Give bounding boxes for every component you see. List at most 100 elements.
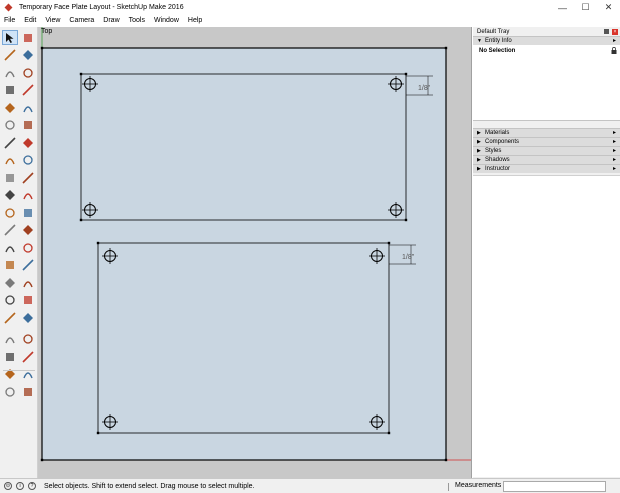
previous-view-icon[interactable]: [20, 293, 36, 308]
status-message: Select objects. Shift to extend select. …: [44, 482, 255, 490]
scale-icon[interactable]: [2, 188, 18, 203]
collapse-triangle-icon: ▼: [477, 38, 482, 44]
entity-info-body: No Selection: [473, 45, 620, 121]
arc-icon[interactable]: [2, 118, 18, 133]
maximize-button[interactable]: ☐: [574, 0, 597, 15]
tray-empty-area: [473, 175, 620, 477]
entity-info-header[interactable]: ▼ Entity Info ▸: [473, 36, 620, 45]
dimension-label-bottom: 1/8": [402, 254, 415, 261]
walk-icon[interactable]: [2, 332, 18, 347]
tape-measure-icon[interactable]: [2, 205, 18, 220]
status-bar: ⊙ i ? Select objects. Shift to extend se…: [0, 478, 620, 493]
zoom-icon[interactable]: [2, 275, 18, 290]
follow-me-icon[interactable]: [20, 170, 36, 185]
panel-instructor[interactable]: ▶ Instructor ▸: [473, 164, 620, 173]
tray-header: Default Tray ×: [473, 27, 620, 36]
expand-triangle-icon: ▶: [477, 157, 481, 163]
rectangle-icon[interactable]: [2, 83, 18, 98]
panel-materials[interactable]: ▶ Materials ▸: [473, 128, 620, 137]
face-plate[interactable]: [41, 47, 447, 461]
menu-camera[interactable]: Camera: [65, 17, 99, 24]
close-tray-icon[interactable]: ×: [612, 28, 618, 35]
measurements-label: Measurements: [455, 482, 502, 489]
move-icon[interactable]: [2, 153, 18, 168]
axes-icon[interactable]: [2, 240, 18, 255]
panel-menu-icon[interactable]: ▸: [613, 138, 616, 145]
pan-icon[interactable]: [20, 258, 36, 273]
paint-bucket-icon[interactable]: [2, 48, 18, 63]
close-button[interactable]: ✕: [597, 0, 620, 15]
dimension-label-top: 1/8": [418, 85, 431, 92]
menu-bar: File Edit View Camera Draw Tools Window …: [0, 15, 620, 26]
entity-info-title: Entity Info: [485, 38, 512, 44]
3d-text-icon[interactable]: [20, 240, 36, 255]
panel-menu-icon[interactable]: ▸: [613, 147, 616, 154]
eraser-alt-icon[interactable]: [20, 48, 36, 63]
default-tray: Default Tray × ▼ Entity Info ▸ No Select…: [473, 27, 620, 478]
minimize-button[interactable]: —: [551, 0, 574, 15]
dimension-icon[interactable]: [20, 205, 36, 220]
panel-menu-icon[interactable]: ▸: [613, 165, 616, 172]
orbit-icon[interactable]: [2, 258, 18, 273]
panel-menu-icon[interactable]: ▸: [613, 156, 616, 163]
extension-icon[interactable]: [20, 349, 36, 364]
menu-window[interactable]: Window: [150, 17, 184, 24]
arc-3pt-icon[interactable]: [20, 135, 36, 150]
layers-icon[interactable]: [20, 384, 36, 399]
select-icon[interactable]: [2, 30, 18, 45]
protractor-icon[interactable]: [2, 223, 18, 238]
line-icon[interactable]: [2, 65, 18, 80]
menu-file[interactable]: File: [0, 17, 20, 24]
panel-menu-icon[interactable]: ▸: [613, 129, 616, 136]
freehand-icon[interactable]: [20, 65, 36, 80]
position-camera-icon[interactable]: [2, 310, 18, 325]
panel-styles[interactable]: ▶ Styles ▸: [473, 146, 620, 155]
credits-icon[interactable]: i: [16, 482, 24, 490]
tray-title: Default Tray: [477, 28, 510, 35]
zoom-window-icon[interactable]: [20, 275, 36, 290]
drawing-area[interactable]: 1/8" 1/8" Top: [38, 27, 472, 478]
panel-components[interactable]: ▶ Components ▸: [473, 137, 620, 146]
menu-help[interactable]: Help: [184, 17, 207, 24]
panel-label: Materials: [485, 130, 510, 136]
warehouse-icon[interactable]: [2, 349, 18, 364]
user-icon[interactable]: ?: [28, 482, 36, 490]
look-around-icon[interactable]: [20, 310, 36, 325]
expand-triangle-icon: ▶: [477, 166, 481, 172]
eraser-icon[interactable]: [20, 30, 36, 45]
text-icon[interactable]: [20, 223, 36, 238]
panel-shadows[interactable]: ▶ Shadows ▸: [473, 155, 620, 164]
menu-view[interactable]: View: [41, 17, 65, 24]
polygon-icon[interactable]: [20, 100, 36, 115]
house-icon[interactable]: [2, 384, 18, 399]
geo-location-icon[interactable]: ⊙: [4, 482, 12, 490]
push-pull-icon[interactable]: [20, 153, 36, 168]
panel-label: Components: [485, 139, 520, 145]
circle-icon[interactable]: [2, 100, 18, 115]
large-tool-set: [0, 27, 38, 478]
model-scene[interactable]: 1/8" 1/8": [38, 27, 472, 478]
zoom-extents-icon[interactable]: [2, 293, 18, 308]
expand-triangle-icon: ▶: [477, 139, 481, 145]
expand-triangle-icon: ▶: [477, 148, 481, 154]
menu-edit[interactable]: Edit: [20, 17, 41, 24]
scene-label: Top: [41, 28, 53, 35]
panel-label: Styles: [485, 148, 502, 154]
rotate-icon[interactable]: [2, 170, 18, 185]
rotated-rectangle-icon[interactable]: [20, 83, 36, 98]
menu-tools[interactable]: Tools: [125, 17, 150, 24]
model-info-icon[interactable]: [20, 367, 36, 382]
panel-menu-icon[interactable]: ▸: [613, 37, 616, 44]
lock-icon[interactable]: [611, 47, 617, 54]
window-title: Temporary Face Plate Layout - SketchUp M…: [19, 4, 184, 11]
menu-draw[interactable]: Draw: [99, 17, 124, 24]
home-icon[interactable]: [2, 367, 18, 382]
measurements-field[interactable]: [503, 481, 606, 492]
pie-icon[interactable]: [20, 118, 36, 133]
title-bar: Temporary Face Plate Layout - SketchUp M…: [0, 0, 620, 15]
arc-2pt-icon[interactable]: [2, 135, 18, 150]
section-plane-icon[interactable]: [20, 332, 36, 347]
sketchup-logo-icon: [4, 3, 13, 12]
pin-icon[interactable]: [604, 29, 609, 34]
offset-icon[interactable]: [20, 188, 36, 203]
